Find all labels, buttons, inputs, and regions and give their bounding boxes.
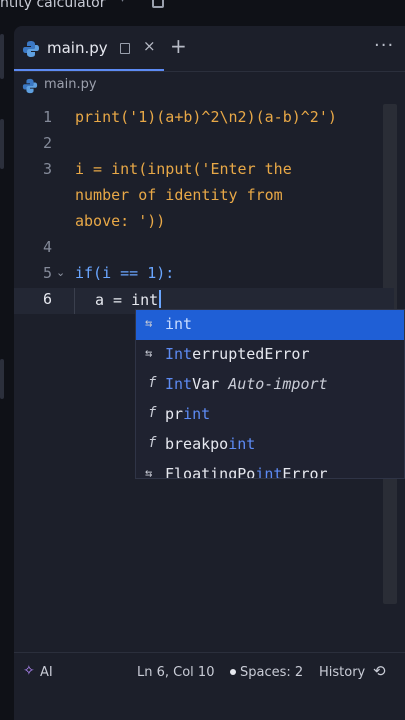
code-line: 1 print('1)(a+b)^2\n2)(a-b)^2') xyxy=(14,106,394,132)
autocomplete-popup: ⇆ int ⇆ InterruptedError f IntVar Auto-i… xyxy=(135,309,405,479)
top-bar: ntity calculator ▾ xyxy=(0,0,405,14)
preview-icon[interactable] xyxy=(120,43,130,54)
code-typed: int xyxy=(131,291,159,309)
history-button[interactable]: History xyxy=(319,665,365,680)
close-icon[interactable]: × xyxy=(143,37,156,55)
more-options-icon[interactable]: ··· xyxy=(374,35,394,56)
suggestion-label: FloatingPointError xyxy=(165,465,328,479)
code-line-wrap: above: ')) xyxy=(14,210,394,236)
function-icon: f xyxy=(148,405,157,421)
line-number: 2 xyxy=(42,134,52,152)
rail-handle[interactable] xyxy=(0,359,4,399)
dot-icon xyxy=(230,669,236,675)
line-number: 6 xyxy=(42,290,52,308)
tab-label: main.py xyxy=(47,39,108,57)
autocomplete-item[interactable]: f IntVar Auto-import xyxy=(136,370,404,400)
class-icon: ⇆ xyxy=(145,346,153,360)
code-text: a = int xyxy=(95,290,162,309)
history-icon[interactable]: ⟲ xyxy=(373,662,386,680)
function-icon: f xyxy=(148,375,157,391)
add-tab-icon[interactable]: + xyxy=(170,34,187,58)
autocomplete-item[interactable]: ⇆ InterruptedError xyxy=(136,340,404,370)
code-line: 4 xyxy=(14,236,394,262)
fold-chevron-icon[interactable]: ⌄ xyxy=(56,266,65,279)
python-icon xyxy=(22,78,38,94)
autocomplete-item[interactable]: ⇆ int xyxy=(136,310,404,340)
code-line: 5 ⌄ if(i == 1): xyxy=(14,262,394,288)
line-number: 1 xyxy=(42,108,52,126)
suggestion-label: print xyxy=(165,405,211,423)
text-cursor xyxy=(159,290,162,308)
autocomplete-item[interactable]: f print xyxy=(136,400,404,430)
rail-handle[interactable] xyxy=(0,119,4,169)
tab-bar: main.py × + ··· xyxy=(14,26,405,72)
indent-guide xyxy=(74,288,75,314)
line-number: 3 xyxy=(42,160,52,178)
function-icon: f xyxy=(148,435,157,451)
suggestion-label: InterruptedError xyxy=(165,345,310,363)
breadcrumb-file[interactable]: main.py xyxy=(44,77,97,92)
project-title[interactable]: ntity calculator xyxy=(0,0,106,11)
cursor-position[interactable]: Ln 6, Col 10 xyxy=(137,665,214,680)
class-icon: ⇆ xyxy=(145,466,153,479)
code-line: 2 xyxy=(14,132,394,158)
ai-icon[interactable]: ✧ xyxy=(23,663,35,679)
suggestion-label: int xyxy=(165,315,193,333)
code-line: 3 i = int(input('Enter the xyxy=(14,158,394,184)
document-icon[interactable] xyxy=(152,0,164,8)
suggestion-label: IntVar Auto-import xyxy=(165,375,328,393)
rail-handle[interactable] xyxy=(0,34,4,79)
status-bar: ✧ AI Ln 6, Col 10 Spaces: 2 History ⟲ xyxy=(14,652,405,695)
autocomplete-item[interactable]: ⇆ FloatingPointError xyxy=(136,460,404,479)
class-icon: ⇆ xyxy=(145,316,153,330)
line-number: 5 xyxy=(42,264,52,282)
code-text: number of identity from xyxy=(75,186,283,204)
left-rail xyxy=(0,14,14,720)
code-line-wrap: number of identity from xyxy=(14,184,394,210)
indent-setting[interactable]: Spaces: 2 xyxy=(230,665,303,680)
code-text: if(i == 1): xyxy=(75,264,175,282)
tab-main-py[interactable]: main.py × xyxy=(14,26,164,71)
code-text: i = int(input('Enter the xyxy=(75,160,292,178)
chevron-down-icon[interactable]: ▾ xyxy=(120,0,125,5)
suggestion-label: breakpoint xyxy=(165,435,256,453)
autocomplete-item[interactable]: f breakpoint xyxy=(136,430,404,460)
line-number: 4 xyxy=(42,238,52,256)
ai-button[interactable]: AI xyxy=(40,665,53,680)
code-assign: a = xyxy=(95,291,132,309)
code-text: above: ')) xyxy=(75,212,166,230)
auto-import-hint: Auto-import xyxy=(228,375,328,393)
python-icon xyxy=(23,41,39,57)
code-text: print('1)(a+b)^2\n2)(a-b)^2') xyxy=(75,108,337,126)
